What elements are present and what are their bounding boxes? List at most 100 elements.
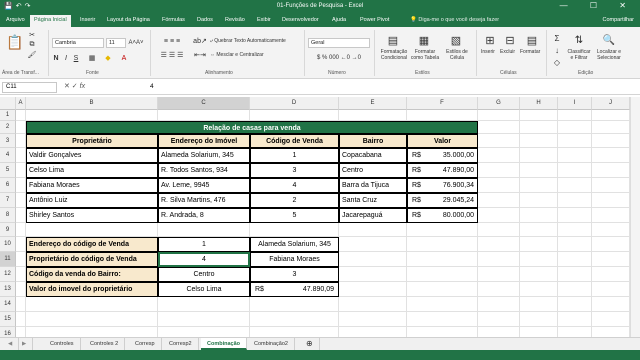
align-left-icons[interactable]: ☰ ☰ ☰ bbox=[154, 50, 190, 60]
row-header[interactable]: 12 bbox=[0, 267, 16, 282]
sort-filter-label[interactable]: Classificar e Filtrar bbox=[566, 49, 592, 61]
format-cells-icon[interactable]: ▤ bbox=[524, 33, 540, 47]
header-owner[interactable]: Proprietário bbox=[26, 134, 158, 148]
find-select-icon[interactable]: 🔍 bbox=[600, 33, 618, 47]
table-cell-address[interactable]: Av. Leme, 9945 bbox=[158, 178, 250, 193]
orientation-icon[interactable]: ab↗ bbox=[192, 36, 208, 46]
sheet-tab-controles2[interactable]: Controles 2 bbox=[84, 338, 126, 350]
table-cell-owner[interactable]: Valdir Gonçalves bbox=[26, 148, 158, 163]
tab-layout[interactable]: Layout da Página bbox=[107, 17, 150, 23]
row-header[interactable]: 14 bbox=[0, 297, 16, 312]
tab-formulas[interactable]: Fórmulas bbox=[162, 17, 185, 23]
tab-pagina-inicial[interactable]: Página Inicial bbox=[30, 15, 71, 27]
delete-cells-icon[interactable]: ⊟ bbox=[502, 33, 518, 47]
share-button[interactable]: Compartilhar bbox=[603, 17, 634, 23]
tab-exibir[interactable]: Exibir bbox=[257, 17, 271, 23]
sheet-tab-corresp2[interactable]: Corresp2 bbox=[163, 338, 199, 350]
tab-arquivo[interactable]: Arquivo bbox=[6, 17, 25, 23]
font-grow-shrink-icon[interactable]: A˄A˅ bbox=[128, 38, 144, 48]
table-cell-address[interactable]: R. Todos Santos, 934 bbox=[158, 163, 250, 178]
number-format-icons[interactable]: $ % 000 ←0 →0 bbox=[308, 53, 370, 63]
function-icon[interactable]: ✕ ✓ fx bbox=[64, 82, 144, 90]
sheet-tab-combinacao[interactable]: Combinação bbox=[201, 338, 248, 350]
header-address[interactable]: Endereço do Imóvel bbox=[158, 134, 250, 148]
tell-me-search[interactable]: 💡 Diga-me o que você deseja fazer bbox=[410, 17, 499, 23]
row-header[interactable]: 7 bbox=[0, 193, 16, 208]
table-cell-address[interactable]: R. Silva Martins, 476 bbox=[158, 193, 250, 208]
table-cell-district[interactable]: Centro bbox=[339, 163, 407, 178]
column-header-i[interactable]: I bbox=[558, 97, 592, 110]
table-cell-owner[interactable]: Celso Lima bbox=[26, 163, 158, 178]
lookup-result-value[interactable]: R$ 47.890,09 bbox=[250, 282, 339, 297]
indent-icons[interactable]: ⇤⇥ bbox=[192, 50, 208, 60]
number-format-select[interactable]: Geral bbox=[308, 38, 370, 48]
lookup-label-district[interactable]: Código da venda do Bairro: bbox=[26, 267, 158, 282]
name-box[interactable]: C11 bbox=[2, 82, 57, 93]
lookup-input-code-selected[interactable]: 4 bbox=[158, 252, 250, 267]
sheet-tab-controles[interactable]: Controles bbox=[44, 338, 81, 350]
lookup-label-owner[interactable]: Proprietário do código de Venda bbox=[26, 252, 158, 267]
row-header[interactable]: 11 bbox=[0, 252, 16, 267]
autosum-icon[interactable]: Σ bbox=[550, 33, 564, 43]
conditional-format-icon[interactable]: ▤ bbox=[380, 33, 406, 47]
table-cell-address[interactable]: Alameda Solarium, 345 bbox=[158, 148, 250, 163]
table-cell-owner[interactable]: Fabiana Moraes bbox=[26, 178, 158, 193]
header-code[interactable]: Código de Venda bbox=[250, 134, 339, 148]
row-header[interactable]: 15 bbox=[0, 312, 16, 327]
table-cell-code[interactable]: 5 bbox=[250, 208, 339, 223]
italic-icon[interactable]: I bbox=[62, 53, 70, 63]
sheet-tab-combinacao2[interactable]: Combinação2 bbox=[248, 338, 295, 350]
column-header-d[interactable]: D bbox=[250, 97, 339, 110]
table-cell-address[interactable]: R. Andrada, 8 bbox=[158, 208, 250, 223]
table-cell-district[interactable]: Copacabana bbox=[339, 148, 407, 163]
worksheet-grid[interactable]: A B C D E F G H I J 1 2 3 4 5 6 7 8 9 10 11 12 13 14 1… bbox=[0, 97, 630, 337]
tab-ajuda[interactable]: Ajuda bbox=[332, 17, 346, 23]
merge-center-button[interactable]: ⇔ Mesclar e Centralizar bbox=[210, 52, 264, 58]
column-header-f[interactable]: F bbox=[407, 97, 478, 110]
find-select-label[interactable]: Localizar e Selecionar bbox=[594, 49, 624, 61]
table-cell-code[interactable]: 2 bbox=[250, 193, 339, 208]
format-cells-label[interactable]: Formatar bbox=[520, 49, 540, 55]
table-title[interactable]: Relação de casas para venda bbox=[26, 121, 478, 134]
table-cell-value[interactable]: R$ 47.890,00 bbox=[407, 163, 478, 178]
row-header[interactable]: 9 bbox=[0, 223, 16, 237]
lookup-label-address[interactable]: Endereço do código de Venda bbox=[26, 237, 158, 252]
vertical-scrollbar[interactable] bbox=[630, 97, 640, 337]
table-cell-value[interactable]: R$ 80.000,00 bbox=[407, 208, 478, 223]
column-header-a[interactable]: A bbox=[16, 97, 26, 110]
font-color-icon[interactable]: A bbox=[118, 53, 130, 63]
add-sheet-icon[interactable]: ⊕ bbox=[300, 338, 320, 350]
table-cell-value[interactable]: R$ 35.000,00 bbox=[407, 148, 478, 163]
tab-revisao[interactable]: Revisão bbox=[225, 17, 245, 23]
select-all-corner[interactable] bbox=[0, 97, 16, 110]
lookup-result-code[interactable]: 3 bbox=[250, 267, 339, 282]
underline-icon[interactable]: S bbox=[72, 53, 80, 63]
window-controls[interactable]: — ☐ ✕ bbox=[560, 1, 636, 10]
table-cell-value[interactable]: R$ 29.045,24 bbox=[407, 193, 478, 208]
row-header[interactable]: 2 bbox=[0, 121, 16, 134]
format-table-label[interactable]: Formatar como Tabela bbox=[410, 49, 440, 61]
table-cell-code[interactable]: 4 bbox=[250, 178, 339, 193]
cut-icon[interactable]: ✂ bbox=[27, 31, 37, 39]
font-size-select[interactable]: 11 bbox=[106, 38, 126, 48]
font-name-select[interactable]: Cambria bbox=[52, 38, 104, 48]
formula-input[interactable]: 4 bbox=[150, 83, 154, 90]
row-header[interactable]: 13 bbox=[0, 282, 16, 297]
tab-inserir[interactable]: Inserir bbox=[80, 17, 95, 23]
borders-icon[interactable]: ▦ bbox=[86, 53, 98, 63]
clear-icon[interactable]: ◇ bbox=[550, 57, 564, 67]
fill-icon[interactable]: ↓ bbox=[550, 45, 564, 55]
column-header-j[interactable]: J bbox=[592, 97, 630, 110]
insert-cells-icon[interactable]: ⊞ bbox=[482, 33, 498, 47]
row-header[interactable]: 1 bbox=[0, 110, 16, 121]
lookup-label-value[interactable]: Valor do imovel do proprietário bbox=[26, 282, 158, 297]
align-top-icons[interactable]: ≡ ≡ ≡ bbox=[154, 36, 190, 46]
paste-icon[interactable]: 📋 bbox=[6, 31, 24, 53]
sort-filter-icon[interactable]: ⇅ bbox=[570, 33, 588, 47]
table-cell-district[interactable]: Jacarepaguá bbox=[339, 208, 407, 223]
table-cell-owner[interactable]: Shirley Santos bbox=[26, 208, 158, 223]
delete-cells-label[interactable]: Excluir bbox=[500, 49, 515, 55]
table-cell-value[interactable]: R$ 76.900,34 bbox=[407, 178, 478, 193]
lookup-input-district[interactable]: Centro bbox=[158, 267, 250, 282]
conditional-format-label[interactable]: Formatação Condicional bbox=[376, 49, 412, 61]
